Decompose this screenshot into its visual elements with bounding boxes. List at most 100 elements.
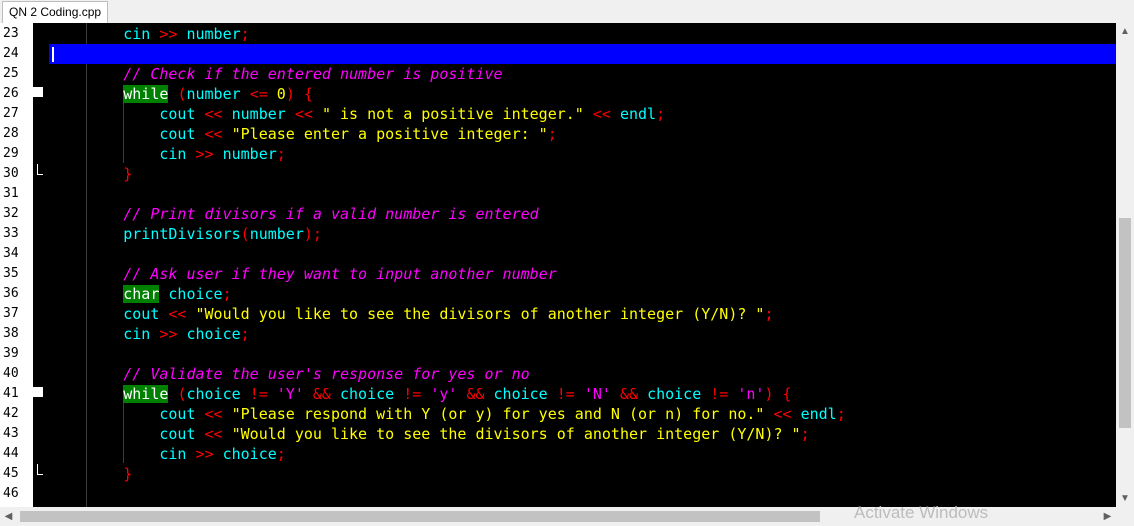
current-line-highlight <box>49 44 1116 64</box>
code-line[interactable]: 44 cin >> choice; <box>0 444 1116 464</box>
code-line[interactable]: 45 } <box>0 464 1116 484</box>
code-line[interactable]: 25 // Check if the entered number is pos… <box>0 64 1116 84</box>
code-token: ( <box>240 225 250 243</box>
code-line[interactable]: 38 cin >> choice; <box>0 324 1116 344</box>
code-token: && <box>312 385 331 403</box>
line-number: 23 <box>3 26 19 41</box>
code-token: && <box>466 385 485 403</box>
code-token: " is not a positive integer." <box>321 105 584 123</box>
code-token: "Please enter a positive integer: " <box>231 125 548 143</box>
code-token: } <box>123 165 133 183</box>
code-line[interactable]: 28 cout << "Please enter a positive inte… <box>0 124 1116 144</box>
fold-end-icon <box>37 164 43 175</box>
line-number: 30 <box>3 166 19 181</box>
line-number: 29 <box>3 146 19 161</box>
code-line[interactable]: 39 <box>0 344 1116 364</box>
code-text: while (choice != 'Y' && choice != 'y' &&… <box>51 384 792 404</box>
code-line[interactable]: 41 while (choice != 'Y' && choice != 'y'… <box>0 384 1116 404</box>
tab-qn2-coding[interactable]: QN 2 Coding.cpp <box>2 1 109 23</box>
code-line[interactable]: 31 <box>0 184 1116 204</box>
code-line[interactable]: 43 cout << "Would you like to see the di… <box>0 424 1116 444</box>
code-text: cout << "Please enter a positive integer… <box>51 124 556 144</box>
code-line[interactable]: 46 <box>0 484 1116 504</box>
line-number: 35 <box>3 266 19 281</box>
code-line[interactable]: 24 <box>0 44 1116 64</box>
code-token: // Print divisors if a valid number is e… <box>123 205 539 223</box>
code-token: ); <box>303 225 322 243</box>
code-token: cout <box>123 305 160 323</box>
code-text: } <box>51 464 132 484</box>
code-token: // Validate the user's response for yes … <box>123 365 530 383</box>
code-line[interactable]: 26 while (number <= 0) { <box>0 84 1116 104</box>
code-line[interactable]: 23 cin >> number; <box>0 24 1116 44</box>
scroll-right-icon[interactable]: ▶ <box>1099 507 1116 526</box>
scroll-left-icon[interactable]: ◀ <box>0 507 17 526</box>
code-token: ; <box>240 25 250 43</box>
line-number: 46 <box>3 486 19 501</box>
code-editor[interactable]: 23 cin >> number; 24 25 // Check if the en… <box>0 23 1116 507</box>
scroll-up-icon[interactable]: ▲ <box>1116 23 1134 40</box>
fold-marker-icon[interactable] <box>33 387 43 397</box>
code-line[interactable]: 37 cout << "Would you like to see the di… <box>0 304 1116 324</box>
text-caret <box>52 47 54 62</box>
code-line[interactable]: 33 printDivisors(number); <box>0 224 1116 244</box>
line-number: 24 <box>3 46 19 61</box>
code-token: cin <box>123 25 151 43</box>
code-token: choice <box>647 385 702 403</box>
code-token: { <box>782 385 792 403</box>
code-line[interactable]: 27 cout << number << " is not a positive… <box>0 104 1116 124</box>
horizontal-scroll-thumb[interactable] <box>20 511 820 522</box>
line-number: 37 <box>3 306 19 321</box>
scroll-down-icon[interactable]: ▼ <box>1116 490 1134 507</box>
code-token: ; <box>656 105 666 123</box>
fold-marker-icon[interactable] <box>33 87 43 97</box>
code-token: number <box>249 225 304 243</box>
code-token: 'n' <box>737 385 765 403</box>
code-token: cin <box>159 445 187 463</box>
vertical-scrollbar[interactable]: ▲ ▼ <box>1116 23 1134 507</box>
code-line[interactable]: 34 <box>0 244 1116 264</box>
code-line[interactable]: 29 cin >> number; <box>0 144 1116 164</box>
code-text: char choice; <box>51 284 232 304</box>
code-token: ) <box>764 385 774 403</box>
code-token: cin <box>123 325 151 343</box>
code-token: cout <box>159 105 196 123</box>
code-token: while <box>123 85 169 103</box>
code-token: && <box>619 385 639 403</box>
code-text: // Print divisors if a valid number is e… <box>51 204 539 224</box>
code-token: 'N' <box>583 385 611 403</box>
code-line[interactable]: 40 // Validate the user's response for y… <box>0 364 1116 384</box>
line-number: 27 <box>3 106 19 121</box>
code-line[interactable]: 42 cout << "Please respond with Y (or y)… <box>0 404 1116 424</box>
code-token: ; <box>836 405 846 423</box>
code-token: printDivisors <box>123 225 241 243</box>
vertical-scroll-thumb[interactable] <box>1119 218 1131 428</box>
code-line[interactable]: 32 // Print divisors if a valid number i… <box>0 204 1116 224</box>
code-text: cout << "Please respond with Y (or y) fo… <box>51 404 846 424</box>
code-line[interactable]: 30 } <box>0 164 1116 184</box>
code-token: << <box>204 425 223 443</box>
code-token: << <box>294 105 313 123</box>
code-line[interactable]: 35 // Ask user if they want to input ano… <box>0 264 1116 284</box>
code-line[interactable]: 36 char choice; <box>0 284 1116 304</box>
code-token: "Would you like to see the divisors of a… <box>231 425 801 443</box>
